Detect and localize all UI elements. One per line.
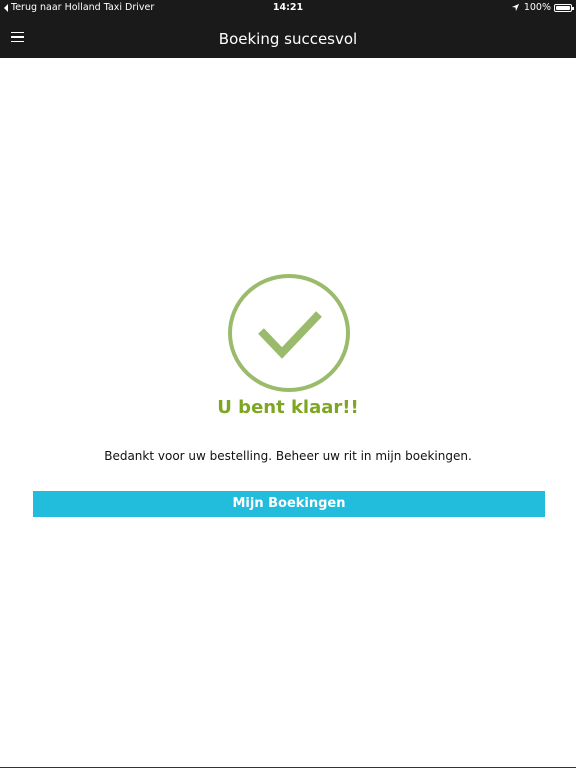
battery-icon: [554, 3, 574, 12]
success-message: Bedankt voor uw bestelling. Beheer uw ri…: [104, 449, 472, 463]
page-title: Boeking succesvol: [218, 30, 358, 48]
success-title: U bent klaar!!: [217, 397, 359, 418]
nav-bar: Boeking succesvol: [0, 17, 576, 58]
status-time: 14:21: [272, 2, 304, 13]
status-bar: Terug naar Holland Taxi Driver 14:21 100…: [0, 0, 576, 17]
checkmark-circle-icon: [228, 274, 350, 392]
battery-percent: 100%: [523, 2, 551, 13]
location-arrow-icon: [511, 3, 519, 12]
my-bookings-button[interactable]: Mijn Boekingen: [33, 491, 545, 517]
status-indicators: 100%: [511, 2, 574, 13]
